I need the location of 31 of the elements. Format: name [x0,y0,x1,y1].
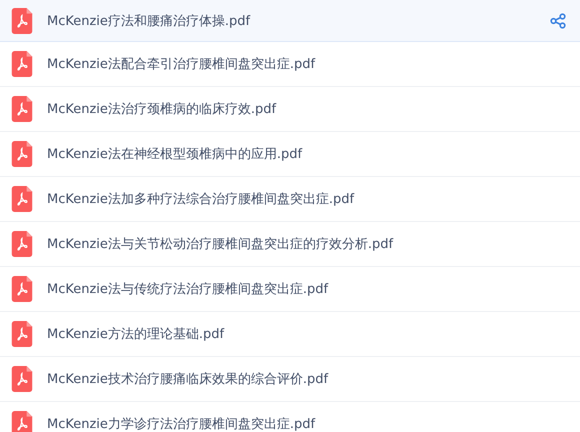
file-name: McKenzie法治疗颈椎病的临床疗效.pdf [47,101,278,118]
file-row[interactable]: McKenzie法治疗颈椎病的临床疗效.pdf [0,87,580,132]
pdf-file-icon [11,96,33,122]
file-row[interactable]: McKenzie力学诊疗法治疗腰椎间盘突出症.pdf [0,402,580,432]
file-name: McKenzie方法的理论基础.pdf [47,326,226,343]
file-row[interactable]: McKenzie疗法和腰痛治疗体操.pdf [0,0,580,42]
file-name: McKenzie技术治疗腰痛临床效果的综合评价.pdf [47,371,330,388]
file-name: McKenzie法与关节松动治疗腰椎间盘突出症的疗效分析.pdf [47,236,394,253]
pdf-file-icon [11,411,33,432]
file-name: McKenzie法与传统疗法治疗腰椎间盘突出症.pdf [47,281,330,298]
pdf-file-icon [11,276,33,302]
pdf-file-icon [11,366,33,392]
file-row[interactable]: McKenzie方法的理论基础.pdf [0,312,580,357]
pdf-file-icon [11,186,33,212]
file-row[interactable]: McKenzie技术治疗腰痛临床效果的综合评价.pdf [0,357,580,402]
file-row[interactable]: McKenzie法与关节松动治疗腰椎间盘突出症的疗效分析.pdf [0,222,580,267]
pdf-file-icon [11,231,33,257]
pdf-file-icon [11,51,33,77]
pdf-file-icon [11,321,33,347]
file-name: McKenzie法配合牵引治疗腰椎间盘突出症.pdf [47,56,316,73]
file-row[interactable]: McKenzie法与传统疗法治疗腰椎间盘突出症.pdf [0,267,580,312]
file-name: McKenzie力学诊疗法治疗腰椎间盘突出症.pdf [47,416,316,432]
share-icon[interactable] [550,12,566,28]
file-row[interactable]: McKenzie法配合牵引治疗腰椎间盘突出症.pdf [0,42,580,87]
pdf-file-icon [11,141,33,167]
file-name: McKenzie法在神经根型颈椎病中的应用.pdf [47,146,304,163]
pdf-file-icon [11,8,33,34]
file-row[interactable]: McKenzie法在神经根型颈椎病中的应用.pdf [0,132,580,177]
file-name: McKenzie法加多种疗法综合治疗腰椎间盘突出症.pdf [47,191,356,208]
file-name: McKenzie疗法和腰痛治疗体操.pdf [47,12,252,30]
file-row[interactable]: McKenzie法加多种疗法综合治疗腰椎间盘突出症.pdf [0,177,580,222]
